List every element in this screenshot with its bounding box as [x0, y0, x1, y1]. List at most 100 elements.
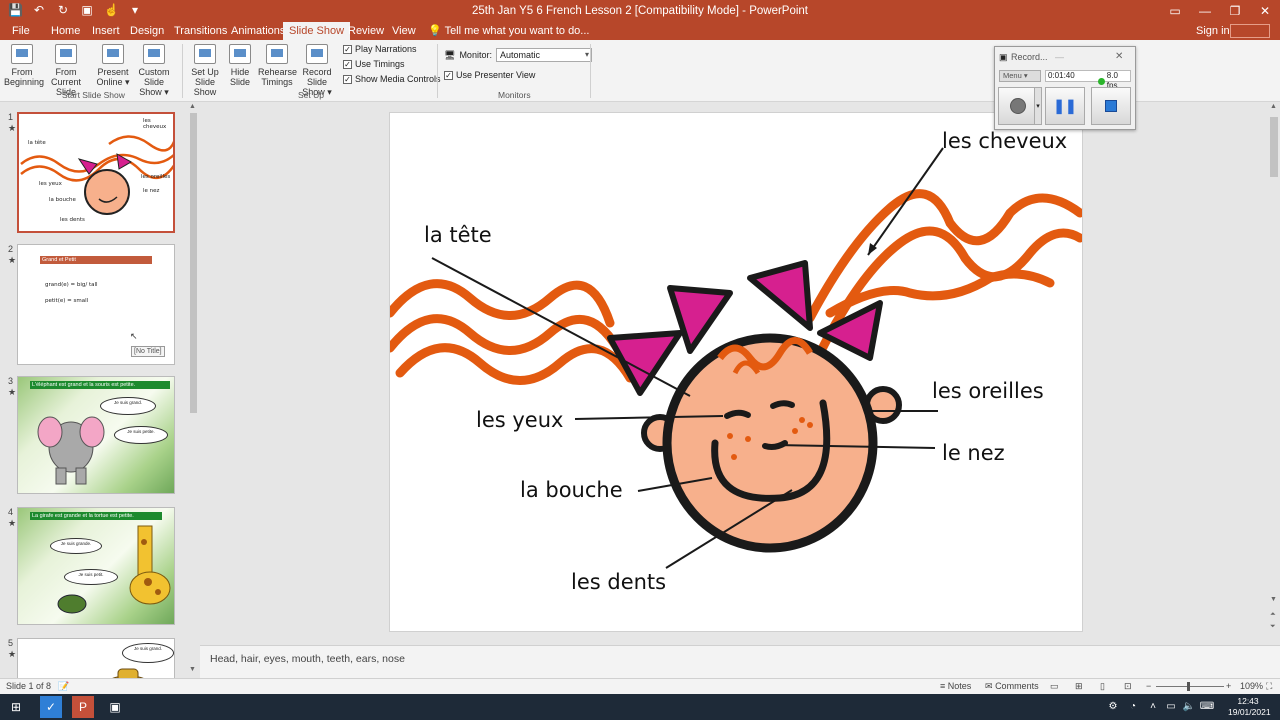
zoom-slider-knob[interactable]: [1187, 682, 1190, 691]
thumbnail-scrollbar[interactable]: ▲ ▼: [187, 103, 200, 678]
windows-start-icon[interactable]: ⊞: [5, 696, 27, 718]
thumb-label: la tête: [28, 140, 46, 146]
taskbar-app-icon[interactable]: ✓: [40, 696, 62, 718]
tab-review[interactable]: Review: [342, 22, 390, 40]
recorder-taskbar-icon[interactable]: ▣: [104, 696, 126, 718]
custom-slide-show-button[interactable]: Custom Slide Show ▾: [130, 44, 178, 97]
notes-text[interactable]: Head, hair, eyes, mouth, teeth, ears, no…: [210, 653, 405, 665]
from-beginning-button[interactable]: From Beginning: [4, 44, 44, 87]
window-title: 25th Jan Y5 6 French Lesson 2 [Compatibi…: [471, 5, 809, 17]
slide-scrollbar[interactable]: ▲ ▼ ⏶ ⏷: [1268, 103, 1280, 645]
thumbnail-slide-5[interactable]: Je suis grand.: [17, 638, 175, 678]
system-clock[interactable]: 12:43 19/01/2021: [1228, 696, 1271, 718]
fit-to-window-icon[interactable]: ⛶: [1266, 681, 1272, 692]
keyboard-icon[interactable]: ⌨: [1196, 696, 1218, 718]
thumbnail-slide-3[interactable]: L'éléphant est grand et la souris est pe…: [17, 376, 175, 494]
spell-check-icon[interactable]: 📝: [58, 681, 69, 692]
label-les-oreilles[interactable]: les oreilles: [932, 379, 1044, 403]
status-bar: Slide 1 of 8 📝 ≡ Notes ✉ Comments ▭ ⊞ ▯ …: [0, 678, 1280, 694]
tray-icon[interactable]: ⚙: [1102, 696, 1124, 718]
stop-icon: [1105, 100, 1117, 112]
current-slide[interactable]: les cheveux la tête les yeux les oreille…: [389, 112, 1083, 632]
zoom-slider[interactable]: [1156, 686, 1224, 687]
label-le-nez[interactable]: le nez: [942, 441, 1005, 465]
tell-me-box[interactable]: 💡 Tell me what you want to do...: [428, 22, 589, 40]
slideshow-view-icon[interactable]: ⊡: [1124, 681, 1132, 692]
monitor-label: Monitor:: [459, 50, 492, 60]
slide-sorter-icon[interactable]: ⊞: [1075, 681, 1083, 692]
scroll-down-icon[interactable]: ▼: [1270, 596, 1277, 603]
sign-in-link[interactable]: Sign in: [1196, 22, 1230, 40]
recorder-title-bar[interactable]: ▣ Record... — ✕: [995, 47, 1135, 67]
stopwatch-icon: [266, 44, 288, 64]
present-online-button[interactable]: Present Online ▾: [94, 44, 132, 87]
comments-toggle[interactable]: ✉ Comments: [985, 681, 1039, 692]
thumb-title: Grand et Petit: [40, 256, 152, 264]
minimize-icon[interactable]: —: [1055, 47, 1064, 67]
animation-star-icon: ★: [8, 123, 17, 133]
label-la-tete[interactable]: la tête: [424, 223, 492, 247]
tab-transitions[interactable]: Transitions: [168, 22, 233, 40]
record-icon: [306, 44, 328, 64]
zoom-in-icon[interactable]: +: [1226, 681, 1231, 691]
scroll-up-icon[interactable]: ▲: [1270, 103, 1277, 110]
close-icon[interactable]: ✕: [1115, 47, 1123, 67]
zoom-level[interactable]: 109%: [1240, 681, 1263, 691]
thumbnail-slide-1[interactable]: les cheveux la tête les yeux les oreille…: [17, 112, 175, 233]
tab-view[interactable]: View: [386, 22, 422, 40]
pause-button[interactable]: ❚❚: [1045, 87, 1085, 125]
tab-slide-show[interactable]: Slide Show: [283, 22, 351, 40]
thumbnail-slide-4[interactable]: La girafe est grande et la tortue est pe…: [17, 507, 175, 625]
recorder-widget[interactable]: ▣ Record... — ✕ Menu ▾ 0:01:40 8.0 fps ▾…: [994, 46, 1136, 130]
tab-insert[interactable]: Insert: [86, 22, 126, 40]
tab-animations[interactable]: Animations: [225, 22, 291, 40]
scrollbar-thumb[interactable]: [190, 113, 197, 413]
thumb-label: la bouche: [49, 197, 76, 203]
record-circle-icon: [1010, 98, 1026, 114]
powerpoint-taskbar-icon[interactable]: P: [72, 696, 94, 718]
speech-bubble: Je suis grande.: [50, 538, 102, 554]
recorder-time-display: 0:01:40 8.0 fps: [1045, 70, 1131, 90]
record-button[interactable]: [998, 87, 1038, 125]
next-slide-icon[interactable]: ⏷: [1270, 623, 1276, 631]
thumbnail-slide-2[interactable]: Grand et Petit grand(e) = big/ tall peti…: [17, 244, 175, 365]
rehearse-timings-button[interactable]: Rehearse Timings: [258, 44, 297, 87]
label-la-bouche[interactable]: la bouche: [520, 478, 623, 502]
label-les-yeux[interactable]: les yeux: [476, 408, 563, 432]
close-button[interactable]: ✕: [1250, 0, 1280, 22]
recorder-menu-button[interactable]: Menu ▾: [999, 70, 1041, 82]
normal-view-icon[interactable]: ▭: [1050, 681, 1059, 692]
stop-button[interactable]: [1091, 87, 1131, 125]
scroll-up-icon[interactable]: ▲: [189, 103, 196, 110]
minimize-button[interactable]: —: [1190, 0, 1220, 22]
notes-pane[interactable]: Head, hair, eyes, mouth, teeth, ears, no…: [200, 645, 1280, 678]
use-presenter-view-checkbox[interactable]: ✓ Use Presenter View: [444, 70, 535, 80]
ribbon-display-options-icon[interactable]: ▭: [1160, 0, 1190, 22]
previous-slide-icon[interactable]: ⏶: [1270, 611, 1276, 619]
custom-show-icon: [143, 44, 165, 64]
scrollbar-thumb[interactable]: [1270, 117, 1278, 177]
hide-slide-button[interactable]: Hide Slide: [228, 44, 252, 87]
notes-toggle[interactable]: ≡ Notes: [940, 681, 971, 691]
restore-button[interactable]: ❐: [1220, 0, 1250, 22]
record-dropdown-icon[interactable]: ▾: [1034, 87, 1042, 125]
tab-design[interactable]: Design: [124, 22, 170, 40]
zoom-out-icon[interactable]: −: [1146, 681, 1151, 691]
use-timings-checkbox[interactable]: ✓ Use Timings: [343, 59, 405, 69]
thumb-title: L'éléphant est grand et la souris est pe…: [30, 381, 170, 389]
tray-icon[interactable]: ◔: [1122, 696, 1144, 718]
show-media-controls-checkbox[interactable]: ✓ Show Media Controls: [343, 74, 441, 84]
tab-file[interactable]: File: [6, 22, 36, 40]
label-les-dents[interactable]: les dents: [571, 570, 666, 594]
monitor-select[interactable]: Automatic: [495, 48, 592, 62]
reading-view-icon[interactable]: ▯: [1100, 681, 1105, 692]
thumb-label: les yeux: [39, 181, 62, 187]
play-narrations-checkbox[interactable]: ✓ Play Narrations: [343, 44, 417, 54]
scroll-down-icon[interactable]: ▼: [189, 666, 196, 673]
label-les-cheveux[interactable]: les cheveux: [942, 129, 1067, 153]
tab-home[interactable]: Home: [45, 22, 86, 40]
share-button[interactable]: [1230, 24, 1270, 38]
monitor-row: 🖥 Monitor: Automatic: [444, 48, 592, 62]
set-up-slide-show-button[interactable]: Set Up Slide Show: [184, 44, 226, 97]
slide-counter: Slide 1 of 8: [6, 681, 52, 691]
